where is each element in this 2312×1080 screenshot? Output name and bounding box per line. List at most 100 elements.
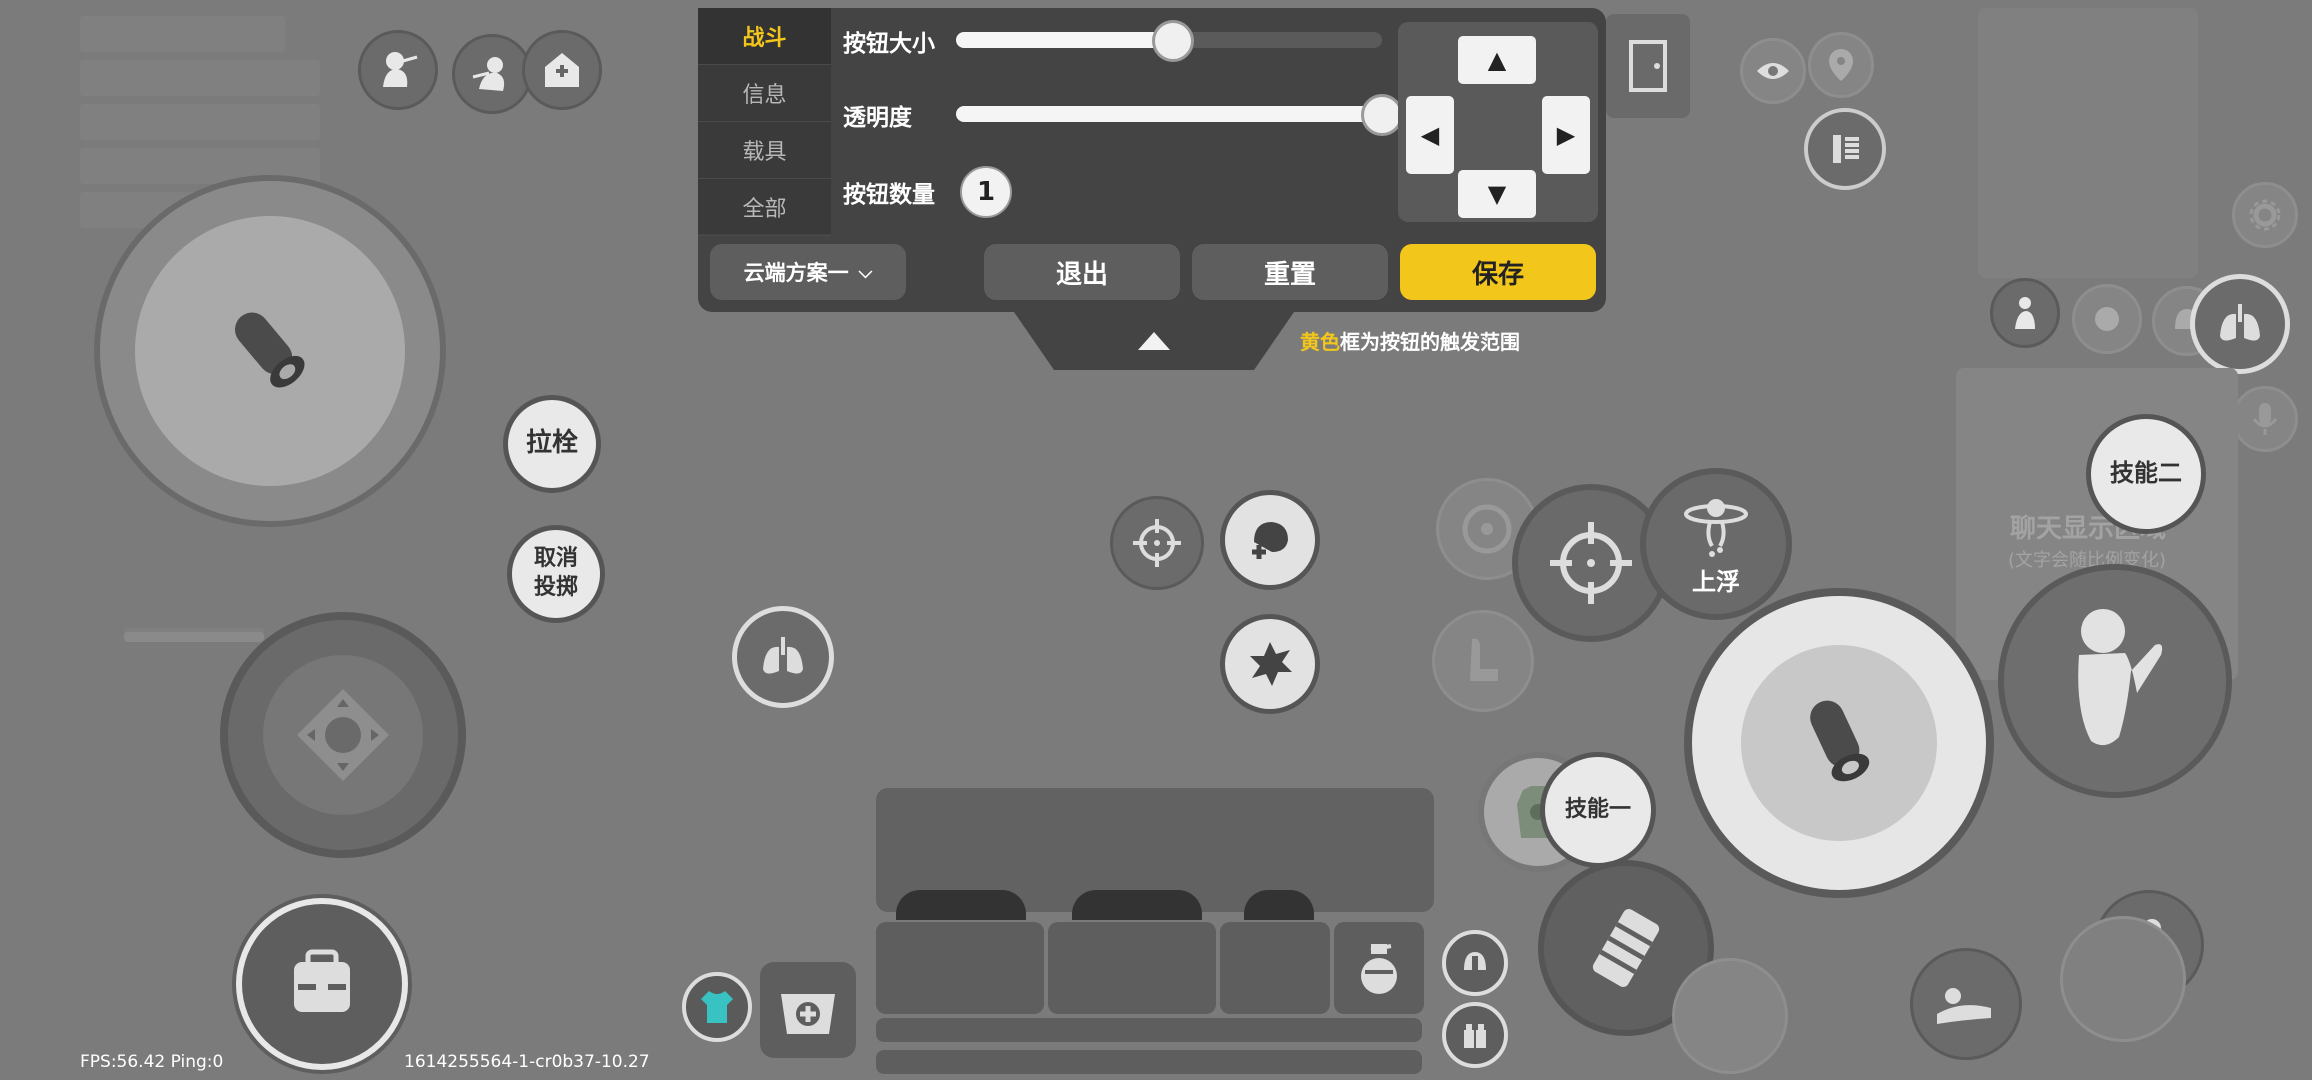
crosshair-icon (1550, 522, 1632, 604)
right-fire-inner (1741, 645, 1937, 841)
hint-rest: 框为按钮的触发范围 (1340, 330, 1520, 354)
bullet-icon (1810, 700, 1870, 782)
outfit-button[interactable] (682, 972, 752, 1042)
opacity-slider-fill (956, 106, 1382, 122)
save-button[interactable]: 保存 (1400, 244, 1596, 300)
pull-bolt-button[interactable]: 拉栓 (503, 395, 601, 493)
bullet-icon (235, 312, 305, 388)
backpack-icon (294, 949, 350, 1012)
weapon-slot-3[interactable] (1220, 922, 1330, 1014)
jump-figure-icon (2078, 609, 2163, 746)
move-up-button[interactable]: ▲ (1458, 36, 1536, 84)
crosshair-icon (1133, 519, 1181, 567)
button-size-label: 按钮大小 (843, 31, 935, 57)
jump-button[interactable] (1998, 564, 2232, 798)
exit-label: 退出 (1055, 259, 1108, 290)
left-fire-button[interactable] (94, 175, 446, 527)
ladder-icon[interactable] (1804, 108, 1886, 190)
vehicle-health-bar (124, 632, 264, 642)
ghost-panel-right (1978, 8, 2198, 278)
settings-tabs: 战斗 信息 载具 全部 (698, 8, 831, 236)
button-count-badge: 1 (960, 166, 1012, 218)
skill-two-label: 技能二 (2110, 459, 2182, 488)
settings-gear-icon[interactable] (2232, 182, 2298, 248)
eye-icon[interactable] (1740, 38, 1806, 104)
reset-button[interactable]: 重置 (1192, 244, 1388, 300)
emote-icon[interactable] (2072, 284, 2142, 354)
drink-quick-icon[interactable] (1442, 1002, 1508, 1068)
weapon-slot-2[interactable] (1048, 922, 1216, 1014)
heal-item-button[interactable] (1220, 490, 1320, 590)
opacity-label: 透明度 (843, 105, 912, 131)
left-fire-inner (135, 216, 405, 486)
skill-one-label: 技能一 (1564, 796, 1631, 822)
button-settings-panel: 战斗 信息 载具 全部 按钮大小 透明度 按钮数量 1 ▲ ▼ ◀ ▶ 云端方案… (698, 8, 1606, 312)
explosion-icon (1250, 642, 1292, 686)
weapon-slot-tab (1244, 890, 1314, 920)
chevron-down-icon: ⌵ (858, 261, 873, 283)
backpack-button[interactable] (236, 898, 408, 1070)
lungs-icon-center[interactable] (732, 606, 834, 708)
ghost-list-row (80, 104, 320, 140)
skill-two-button[interactable]: 技能二 (2086, 414, 2206, 534)
weapon-slot-1[interactable] (876, 922, 1044, 1014)
skill-one-button[interactable]: 技能一 (1540, 752, 1656, 868)
movement-joystick-pad (263, 655, 423, 815)
tab-all[interactable]: 全部 (698, 179, 831, 236)
fps-ping: FPS:56.42 Ping:0 (80, 1052, 224, 1072)
door-exit-button[interactable] (1606, 14, 1690, 118)
move-right-button[interactable]: ▶ (1542, 96, 1590, 174)
scheme-selector-label: 云端方案一 (743, 261, 849, 285)
button-count-value: 1 (976, 177, 996, 207)
tab-info[interactable]: 信息 (698, 65, 831, 122)
scheme-selector[interactable]: 云端方案一 ⌵ (710, 244, 906, 300)
jump-pose-icon[interactable] (1990, 278, 2060, 348)
movement-joystick[interactable] (220, 612, 466, 858)
lungs-icon-right[interactable] (2190, 274, 2290, 374)
throwable-button[interactable] (1220, 614, 1320, 714)
throw-item-icon (1592, 909, 1660, 987)
panel-collapse-tab[interactable] (1014, 312, 1294, 370)
button-count-label: 按钮数量 (843, 182, 935, 208)
dpad-icon (297, 689, 389, 781)
float-up-button[interactable]: 上浮 (1640, 468, 1792, 620)
move-down-button[interactable]: ▼ (1458, 170, 1536, 218)
microphone-icon[interactable] (2232, 386, 2298, 452)
medkit-button[interactable] (760, 962, 856, 1058)
heal-house-icon[interactable] (522, 30, 602, 110)
weapon-slot-tab (896, 890, 1026, 920)
ghost-skill-icon (2060, 916, 2186, 1042)
ghost-character-icon (1672, 958, 1788, 1074)
float-up-label: 上浮 (1692, 567, 1740, 596)
weapon-slot-tab (1072, 890, 1202, 920)
cancel-throw-button[interactable]: 取消 投掷 (507, 525, 605, 623)
crouch-icon[interactable] (358, 30, 438, 110)
position-dpad: ▲ ▼ ◀ ▶ (1398, 22, 1598, 222)
pull-bolt-label: 拉栓 (525, 428, 578, 459)
seat-icon[interactable] (1432, 610, 1534, 712)
right-fire-button[interactable] (1684, 588, 1994, 898)
button-size-slider-thumb[interactable] (1152, 20, 1195, 62)
tab-vehicle[interactable]: 载具 (698, 122, 831, 179)
ghost-list-row (80, 16, 285, 52)
prone-icon (1937, 988, 1991, 1024)
helmet-quick-icon[interactable] (1442, 930, 1508, 996)
ammo-bar-1 (876, 1018, 1422, 1042)
tab-combat[interactable]: 战斗 (698, 8, 831, 65)
reset-label: 重置 (1263, 259, 1316, 290)
aim-crosshair-small[interactable] (1110, 496, 1204, 590)
opacity-slider-thumb[interactable] (1361, 94, 1403, 136)
ammo-bar-2 (876, 1050, 1422, 1074)
medkit-icon (781, 994, 835, 1034)
build-id: 1614255564-1-cr0b37-10.27 (404, 1052, 650, 1072)
prone-button[interactable] (1910, 948, 2022, 1060)
map-pin-icon[interactable] (1808, 32, 1874, 98)
exit-button[interactable]: 退出 (984, 244, 1180, 300)
cancel-throw-line1: 取消 (533, 546, 578, 572)
button-size-slider-fill (956, 32, 1174, 48)
grenade-slot[interactable] (1334, 922, 1424, 1014)
prone-shoot-icon[interactable] (452, 34, 532, 114)
move-left-button[interactable]: ◀ (1406, 96, 1454, 174)
ghost-list-row (80, 60, 320, 96)
float-up-icon (1684, 498, 1748, 557)
